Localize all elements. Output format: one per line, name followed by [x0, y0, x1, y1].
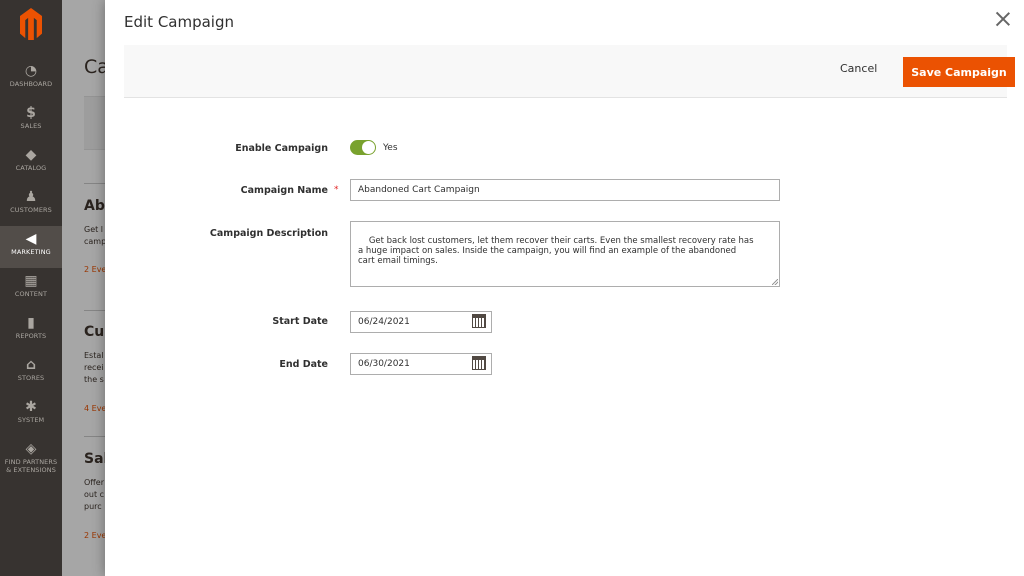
nav-item-sales[interactable]: $ SALES	[0, 100, 62, 142]
nav-item-reports[interactable]: ▮ REPORTS	[0, 310, 62, 352]
nav-item-content[interactable]: ▦ CONTENT	[0, 268, 62, 310]
nav-item-customers[interactable]: ♟ CUSTOMERS	[0, 184, 62, 226]
person-icon: ♟	[24, 189, 38, 205]
close-icon[interactable]	[992, 8, 1014, 30]
nav-label: CATALOG	[15, 164, 47, 172]
modal-action-bar: Cancel Save Campaign	[124, 45, 1015, 98]
required-asterisk: *	[334, 185, 339, 195]
nav-label: SALES	[20, 122, 42, 130]
nav-label: FIND PARTNERS	[4, 458, 58, 466]
enable-campaign-label: Enable Campaign	[235, 143, 328, 154]
dollar-icon: $	[26, 105, 36, 121]
cancel-button[interactable]: Cancel	[840, 62, 877, 75]
save-campaign-button[interactable]: Save Campaign	[903, 57, 1015, 87]
campaign-description-label: Campaign Description	[209, 228, 328, 239]
nav-label: DASHBOARD	[9, 80, 53, 88]
nav-item-marketing[interactable]: ◀ MARKETING	[0, 226, 62, 268]
modal-title: Edit Campaign	[124, 13, 235, 31]
start-date-field	[350, 311, 492, 333]
toggle-knob	[362, 141, 375, 154]
campaign-name-input[interactable]	[350, 179, 780, 201]
start-date-label: Start Date	[272, 316, 328, 327]
resize-handle-icon[interactable]	[772, 279, 778, 285]
campaign-name-label: Campaign Name	[240, 185, 328, 196]
admin-sidebar: ◔ DASHBOARD $ SALES ◆ CATALOG ♟ CUSTOMER…	[0, 0, 62, 576]
nav-label: CUSTOMERS	[10, 206, 52, 214]
enable-campaign-toggle[interactable]	[350, 140, 376, 155]
bar-chart-icon: ▮	[27, 315, 35, 331]
nav-label: CONTENT	[14, 290, 48, 298]
nav-item-dashboard[interactable]: ◔ DASHBOARD	[0, 58, 62, 100]
nav-item-find-partners[interactable]: ◈ FIND PARTNERS & EXTENSIONS	[0, 436, 62, 480]
toggle-state-text: Yes	[383, 143, 398, 153]
store-icon: ⌂	[25, 357, 37, 373]
magento-logo-icon[interactable]	[20, 8, 42, 40]
campaign-description-textarea[interactable]: Get back lost customers, let them recove…	[350, 221, 780, 287]
end-date-field	[350, 353, 492, 375]
nav-item-catalog[interactable]: ◆ CATALOG	[0, 142, 62, 184]
nav-label: MARKETING	[11, 248, 51, 256]
nav-label: STORES	[17, 374, 45, 382]
calendar-icon[interactable]	[472, 314, 486, 328]
nav-label: REPORTS	[15, 332, 47, 340]
box-icon: ◆	[25, 147, 37, 163]
nav-item-system[interactable]: ✱ SYSTEM	[0, 394, 62, 436]
nav-item-stores[interactable]: ⌂ STORES	[0, 352, 62, 394]
start-date-input[interactable]	[350, 311, 492, 333]
calendar-icon[interactable]	[472, 356, 486, 370]
megaphone-icon: ◀	[25, 231, 37, 247]
partners-box-icon: ◈	[25, 441, 37, 457]
end-date-input[interactable]	[350, 353, 492, 375]
end-date-label: End Date	[279, 359, 328, 370]
nav-label: & EXTENSIONS	[6, 466, 56, 474]
dashboard-icon: ◔	[24, 63, 38, 79]
description-text: Get back lost customers, let them recove…	[358, 236, 754, 266]
edit-campaign-modal: Edit Campaign Cancel Save Campaign Enabl…	[105, 0, 1024, 576]
gear-icon: ✱	[25, 399, 37, 415]
nav-label: SYSTEM	[17, 416, 45, 424]
layout-icon: ▦	[24, 273, 38, 289]
